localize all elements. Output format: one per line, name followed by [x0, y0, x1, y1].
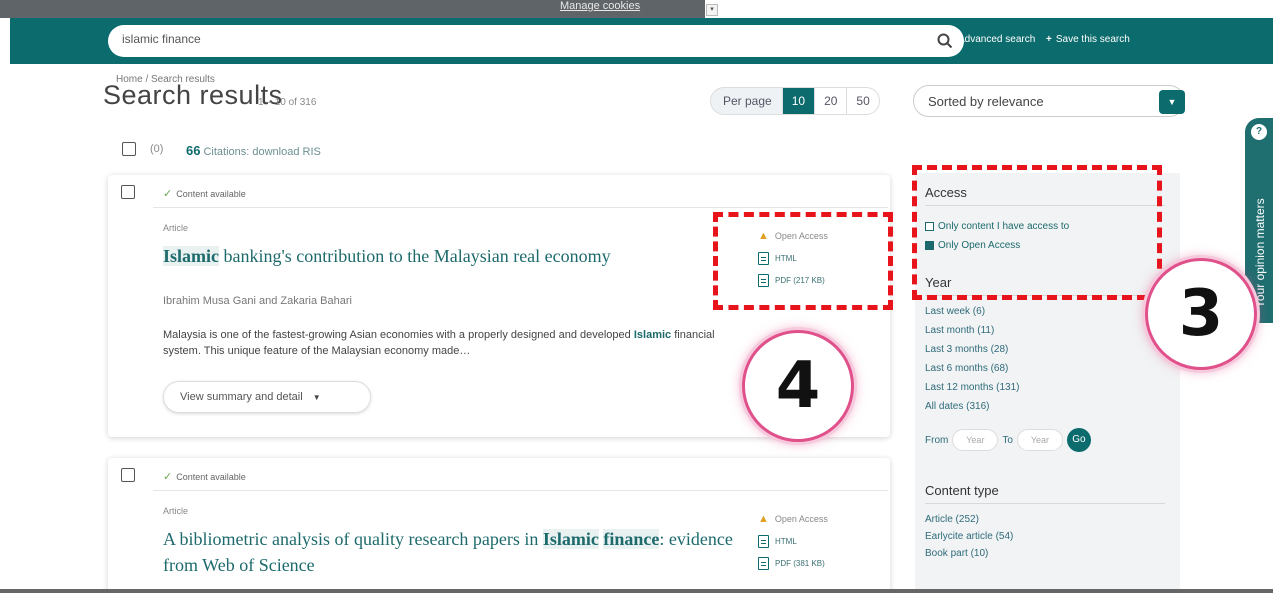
- content-type-link[interactable]: Earlycite article (54): [925, 531, 1013, 542]
- divider: [925, 503, 1165, 504]
- pdf-icon: [758, 556, 769, 570]
- highlight-term: Islamic: [542, 529, 599, 549]
- annotation-callout-3: 3: [1145, 258, 1257, 370]
- per-page-selector: Per page 10 20 50: [710, 87, 880, 115]
- sort-dropdown-icon[interactable]: ▼: [1159, 90, 1185, 114]
- access-options: ▲ Open Access HTML PDF (381 KB): [758, 508, 828, 574]
- sort-label: Sorted by relevance: [928, 94, 1044, 109]
- divider: [153, 490, 888, 491]
- html-link[interactable]: HTML: [758, 530, 828, 552]
- to-year-input[interactable]: Year: [1016, 429, 1063, 451]
- result-card: ✓ Content available Article A bibliometri…: [108, 458, 890, 593]
- document-icon: [758, 534, 769, 548]
- feedback-label: Your opinion matters: [1253, 198, 1267, 308]
- cookie-dropdown-icon[interactable]: ▾: [706, 4, 718, 16]
- year-filter-link[interactable]: Last 3 months (28): [925, 344, 1008, 355]
- open-access-label: Open Access: [774, 514, 828, 524]
- year-filter-link[interactable]: Last week (6): [925, 306, 985, 317]
- result-title-link[interactable]: A bibliometric analysis of quality resea…: [163, 526, 763, 578]
- result-count: 1 – 10 of 316: [258, 97, 317, 108]
- save-search-label: Save this search: [1055, 34, 1130, 45]
- site-header: Advanced search +Save this search: [10, 18, 1273, 64]
- year-filter-link[interactable]: Last 12 months (131): [925, 382, 1020, 393]
- result-checkbox[interactable]: [121, 185, 135, 199]
- availability-label: Content available: [176, 189, 246, 199]
- chevron-down-icon: ▼: [312, 393, 321, 402]
- highlight-term: Islamic: [633, 329, 672, 341]
- to-label: To: [1002, 434, 1013, 446]
- pdf-link[interactable]: PDF (381 KB): [758, 552, 828, 574]
- per-page-label: Per page: [723, 94, 772, 108]
- result-title-link[interactable]: Islamic banking's contribution to the Ma…: [163, 243, 743, 269]
- year-filter-link[interactable]: All dates (316): [925, 401, 989, 412]
- result-type: Article: [163, 506, 189, 516]
- search-box: [108, 25, 964, 57]
- highlight-term: finance: [603, 529, 660, 549]
- view-summary-button[interactable]: View summary and detail ▼: [163, 381, 371, 413]
- content-type-link[interactable]: Book part (10): [925, 548, 988, 559]
- go-button[interactable]: Go: [1066, 428, 1091, 452]
- content-available-badge: ✓ Content available: [163, 470, 246, 483]
- year-filter-link[interactable]: Last 6 months (68): [925, 363, 1008, 374]
- chat-bubble-icon: ?: [1251, 124, 1267, 140]
- citations-download-link[interactable]: 66 Citations: download RIS: [186, 143, 321, 158]
- title-text: A bibliometric analysis of quality resea…: [163, 529, 543, 549]
- content-available-badge: ✓ Content available: [163, 187, 246, 200]
- per-page-20[interactable]: 20: [814, 88, 847, 114]
- view-summary-label: View summary and detail: [180, 391, 303, 403]
- per-page-10[interactable]: 10: [781, 88, 815, 114]
- save-search-link[interactable]: + Save this search: [1046, 34, 1130, 45]
- divider: [153, 207, 888, 208]
- result-checkbox[interactable]: [121, 468, 135, 482]
- from-label: From: [925, 434, 949, 446]
- highlight-term: Islamic: [163, 246, 219, 266]
- sort-select[interactable]: Sorted by relevance ▼: [913, 85, 1185, 117]
- html-label: HTML: [775, 536, 797, 546]
- year-filter-link[interactable]: Last month (11): [925, 325, 994, 336]
- check-icon: ✓: [163, 188, 173, 200]
- result-type: Article: [163, 223, 189, 233]
- result-abstract: Malaysia is one of the fastest-growing A…: [163, 327, 753, 359]
- year-range: From Year To Year Go: [925, 428, 1091, 452]
- select-all-checkbox[interactable]: [122, 142, 136, 156]
- annotation-box-3: [912, 165, 1162, 300]
- citations-label: Citations: download RIS: [203, 146, 321, 158]
- bottom-border: [0, 589, 1273, 593]
- abstract-text: Malaysia is one of the fastest-growing A…: [163, 329, 634, 341]
- annotation-box-4: [713, 212, 893, 310]
- pdf-label: PDF (381 KB): [775, 558, 825, 568]
- content-type-link[interactable]: Article (252): [925, 514, 979, 525]
- title-text: banking's contribution to the Malaysian …: [219, 246, 611, 266]
- content-type-heading: Content type: [925, 483, 999, 498]
- manage-cookies-link[interactable]: Manage cookies: [560, 0, 640, 12]
- quote-icon: 66: [186, 143, 201, 158]
- annotation-callout-4: 4: [742, 330, 854, 442]
- plus-icon: +: [1046, 34, 1052, 45]
- search-input[interactable]: [122, 32, 902, 46]
- open-lock-icon: ▲: [758, 513, 769, 525]
- per-page-50[interactable]: 50: [846, 88, 879, 114]
- advanced-search-link[interactable]: Advanced search: [958, 34, 1035, 45]
- availability-label: Content available: [176, 472, 246, 482]
- search-icon[interactable]: [936, 32, 954, 50]
- selected-count: (0): [150, 143, 164, 155]
- from-year-input[interactable]: Year: [952, 429, 999, 451]
- page-title: Search results: [103, 80, 283, 110]
- check-icon: ✓: [163, 471, 173, 483]
- result-authors: Ibrahim Musa Gani and Zakaria Bahari: [163, 295, 352, 307]
